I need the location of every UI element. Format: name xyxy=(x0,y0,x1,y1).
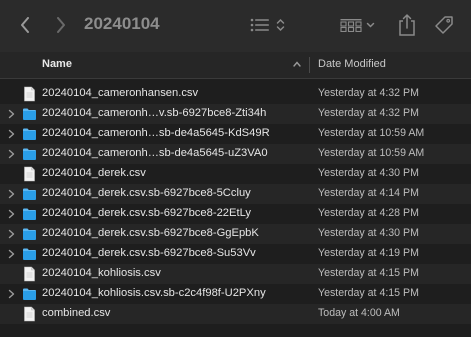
file-name: 20240104_derek.csv.sb-6927bce8-Su53Vv xyxy=(42,247,256,259)
share-button[interactable] xyxy=(396,12,418,38)
folder-icon xyxy=(23,228,36,240)
disclosure-triangle-icon[interactable] xyxy=(8,129,15,139)
folder-icon xyxy=(23,248,36,260)
document-icon xyxy=(24,86,35,102)
grid-icon xyxy=(340,19,362,32)
finder-toolbar: 20240104 xyxy=(0,0,471,53)
file-row[interactable]: 20240104_derek.csv.sb-6927bce8-Su53Vv Yes… xyxy=(0,244,471,264)
forward-button[interactable] xyxy=(50,13,72,37)
file-name: 20240104_kohliosis.csv.sb-c2c4f98f-U2PXn… xyxy=(42,287,266,299)
file-name: combined.csv xyxy=(42,307,111,319)
date-modified-column-header[interactable]: Date Modified xyxy=(318,58,386,70)
file-row[interactable]: 20240104_cameronhansen.csv Yesterday at 4… xyxy=(0,84,471,104)
file-date-modified: Yesterday at 4:28 PM xyxy=(318,207,419,219)
list-icon xyxy=(250,18,269,32)
file-row[interactable]: 20240104_derek.csv Yesterday at 4:30 PM xyxy=(0,164,471,184)
folder-icon xyxy=(23,188,36,200)
folder-icon xyxy=(23,108,36,120)
file-row[interactable]: 20240104_cameronh…sb-de4a5645-uZ3VA0 Yest… xyxy=(0,144,471,164)
file-row[interactable]: 20240104_derek.csv.sb-6927bce8-5Ccluy Yes… xyxy=(0,184,471,204)
window-title: 20240104 xyxy=(84,14,160,33)
file-name: 20240104_derek.csv.sb-6927bce8-GgEpbK xyxy=(42,227,259,239)
tag-button[interactable] xyxy=(432,13,456,37)
file-name: 20240104_derek.csv.sb-6927bce8-22EtLy xyxy=(42,207,251,219)
file-row[interactable]: 20240104_kohliosis.csv Yesterday at 4:15 … xyxy=(0,264,471,284)
back-button[interactable] xyxy=(14,13,36,37)
column-divider[interactable] xyxy=(309,57,310,73)
chevron-left-icon xyxy=(21,17,29,33)
column-header: Name Date Modified xyxy=(0,52,471,79)
file-date-modified: Today at 4:00 AM xyxy=(318,307,400,319)
file-date-modified: Yesterday at 4:15 PM xyxy=(318,287,419,299)
file-name: 20240104_cameronh…v.sb-6927bce8-Zti34h xyxy=(42,107,267,119)
file-name: 20240104_cameronh…sb-de4a5645-KdS49R xyxy=(42,127,270,139)
file-name: 20240104_cameronh…sb-de4a5645-uZ3VA0 xyxy=(42,147,268,159)
disclosure-triangle-icon[interactable] xyxy=(8,209,15,219)
chevron-down-icon xyxy=(366,22,375,28)
disclosure-triangle-icon[interactable] xyxy=(8,289,15,299)
file-row[interactable]: 20240104_derek.csv.sb-6927bce8-22EtLy Yes… xyxy=(0,204,471,224)
folder-icon xyxy=(23,288,36,300)
disclosure-triangle-icon[interactable] xyxy=(8,149,15,159)
file-name: 20240104_cameronhansen.csv xyxy=(42,87,199,99)
file-name: 20240104_derek.csv.sb-6927bce8-5Ccluy xyxy=(42,187,251,199)
file-name: 20240104_kohliosis.csv xyxy=(42,267,161,279)
file-name: 20240104_derek.csv xyxy=(42,167,146,179)
up-down-chevron-icon xyxy=(276,18,285,32)
folder-icon xyxy=(23,128,36,140)
tag-icon xyxy=(435,16,453,34)
name-column-header[interactable]: Name xyxy=(42,58,72,70)
file-row[interactable]: 20240104_cameronh…v.sb-6927bce8-Zti34h Ye… xyxy=(0,104,471,124)
file-date-modified: Yesterday at 4:19 PM xyxy=(318,247,419,259)
file-date-modified: Yesterday at 4:30 PM xyxy=(318,167,419,179)
group-view-button[interactable] xyxy=(340,14,380,36)
disclosure-triangle-icon[interactable] xyxy=(8,109,15,119)
file-date-modified: Yesterday at 4:30 PM xyxy=(318,227,419,239)
file-row[interactable]: combined.csv Today at 4:00 AM xyxy=(0,304,471,324)
sort-ascending-icon[interactable] xyxy=(292,60,302,68)
file-row[interactable]: 20240104_cameronh…sb-de4a5645-KdS49R Yest… xyxy=(0,124,471,144)
file-date-modified: Yesterday at 10:59 AM xyxy=(318,127,425,139)
folder-icon xyxy=(23,148,36,160)
file-row[interactable]: 20240104_kohliosis.csv.sb-c2c4f98f-U2PXn… xyxy=(0,284,471,304)
file-date-modified: Yesterday at 4:32 PM xyxy=(318,107,419,119)
chevron-right-icon xyxy=(57,17,65,33)
list-view-button[interactable] xyxy=(250,14,290,36)
disclosure-triangle-icon[interactable] xyxy=(8,189,15,199)
disclosure-triangle-icon[interactable] xyxy=(8,229,15,239)
file-date-modified: Yesterday at 10:59 AM xyxy=(318,147,425,159)
document-icon xyxy=(24,306,35,322)
document-icon xyxy=(24,266,35,282)
folder-icon xyxy=(23,208,36,220)
document-icon xyxy=(24,166,35,182)
disclosure-triangle-icon[interactable] xyxy=(8,249,15,259)
share-icon xyxy=(399,13,415,36)
file-date-modified: Yesterday at 4:15 PM xyxy=(318,267,419,279)
file-row[interactable]: 20240104_derek.csv.sb-6927bce8-GgEpbK Yes… xyxy=(0,224,471,244)
file-date-modified: Yesterday at 4:32 PM xyxy=(318,87,419,99)
file-date-modified: Yesterday at 4:14 PM xyxy=(318,187,419,199)
